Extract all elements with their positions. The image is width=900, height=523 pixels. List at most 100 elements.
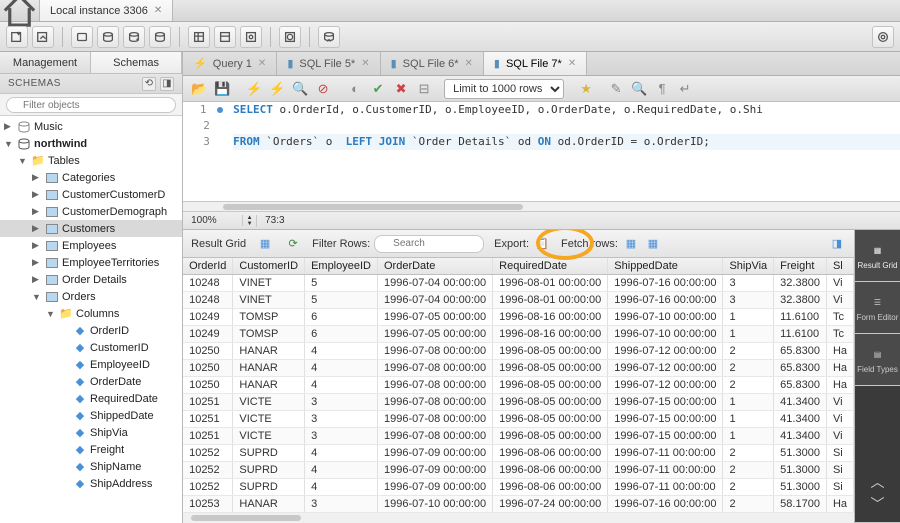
cell[interactable]: TOMSP (233, 309, 305, 326)
cell[interactable]: 1996-07-16 00:00:00 (608, 275, 723, 292)
cell[interactable]: Ha (826, 377, 853, 394)
cell[interactable]: 3 (305, 496, 378, 513)
cell[interactable]: 41.3400 (774, 411, 827, 428)
cell[interactable]: 2 (723, 377, 774, 394)
cell[interactable]: VICTE (233, 411, 305, 428)
schemas-tab[interactable]: Schemas (91, 52, 182, 73)
cell[interactable]: 1996-07-16 00:00:00 (608, 292, 723, 309)
table-row[interactable]: 10250HANAR41996-07-08 00:00:001996-08-05… (183, 343, 853, 360)
cell[interactable]: Vi (826, 428, 853, 445)
table-row[interactable]: 10250HANAR41996-07-08 00:00:001996-08-05… (183, 360, 853, 377)
cell[interactable]: HANAR (233, 343, 305, 360)
cell[interactable]: 2 (723, 462, 774, 479)
fetch-icon[interactable]: ▦ (622, 235, 640, 253)
column-item[interactable]: ◆ShipName (0, 458, 182, 475)
cell[interactable]: 6 (305, 309, 378, 326)
table-item[interactable]: ▶Customers (0, 220, 182, 237)
table-row[interactable]: 10253HANAR31996-07-10 00:00:001996-07-24… (183, 496, 853, 513)
cell[interactable]: 51.3000 (774, 445, 827, 462)
cell[interactable]: 1996-08-05 00:00:00 (493, 377, 608, 394)
execute-icon[interactable]: ⚡ (244, 79, 264, 99)
cell[interactable]: SUPRD (233, 462, 305, 479)
cell[interactable]: 1996-07-10 00:00:00 (377, 496, 492, 513)
cell[interactable]: 1996-08-05 00:00:00 (493, 360, 608, 377)
cell[interactable]: 10251 (183, 411, 233, 428)
cell[interactable]: 1996-07-15 00:00:00 (608, 411, 723, 428)
cell[interactable]: 2 (723, 360, 774, 377)
toolbar-btn-6[interactable] (214, 26, 236, 48)
table-row[interactable]: 10251VICTE31996-07-08 00:00:001996-08-05… (183, 394, 853, 411)
column-item[interactable]: ◆ShipVia (0, 424, 182, 441)
export-button[interactable]: 📋 (533, 235, 551, 253)
rollback-icon[interactable]: ✖ (391, 79, 411, 99)
schema-tree[interactable]: ▶Music ▼northwind ▼📁Tables ▶Categories▶C… (0, 116, 182, 523)
cell[interactable]: 51.3000 (774, 479, 827, 496)
cell[interactable]: Ha (826, 343, 853, 360)
cell[interactable]: 1 (723, 309, 774, 326)
table-row[interactable]: 10248VINET51996-07-04 00:00:001996-08-01… (183, 275, 853, 292)
columns-folder[interactable]: ▼📁Columns (0, 305, 182, 322)
cell[interactable]: Si (826, 445, 853, 462)
toolbar-btn-3[interactable] (123, 26, 145, 48)
cell[interactable]: 1996-08-05 00:00:00 (493, 428, 608, 445)
table-row[interactable]: 10249TOMSP61996-07-05 00:00:001996-08-16… (183, 326, 853, 343)
table-row[interactable]: 10252SUPRD41996-07-09 00:00:001996-08-06… (183, 445, 853, 462)
cell[interactable]: 65.8300 (774, 343, 827, 360)
cell[interactable]: 1996-07-08 00:00:00 (377, 343, 492, 360)
cell[interactable]: 1996-08-01 00:00:00 (493, 275, 608, 292)
cell[interactable]: 1996-07-08 00:00:00 (377, 394, 492, 411)
toolbar-btn-4[interactable] (149, 26, 171, 48)
table-row[interactable]: 10251VICTE31996-07-08 00:00:001996-08-05… (183, 428, 853, 445)
zoom-stepper[interactable]: ▲▼ (243, 215, 257, 227)
cell[interactable]: 32.3800 (774, 275, 827, 292)
column-header[interactable]: ShipVia (723, 258, 774, 275)
cell[interactable]: 1 (723, 326, 774, 343)
cell[interactable]: 65.8300 (774, 377, 827, 394)
cell[interactable]: 5 (305, 292, 378, 309)
cell[interactable]: 3 (723, 275, 774, 292)
cell[interactable]: 1996-07-12 00:00:00 (608, 343, 723, 360)
cell[interactable]: 1996-08-05 00:00:00 (493, 411, 608, 428)
cell[interactable]: 1996-07-08 00:00:00 (377, 411, 492, 428)
table-row[interactable]: 10252SUPRD41996-07-09 00:00:001996-08-06… (183, 462, 853, 479)
close-icon[interactable]: ✕ (568, 58, 576, 69)
column-item[interactable]: ◆OrderID (0, 322, 182, 339)
cell[interactable]: 1996-07-15 00:00:00 (608, 394, 723, 411)
cell[interactable]: Tc (826, 309, 853, 326)
cell[interactable]: 1996-07-05 00:00:00 (377, 309, 492, 326)
column-header[interactable]: Sl (826, 258, 853, 275)
cell[interactable]: 3 (305, 411, 378, 428)
limit-select[interactable]: Limit to 1000 rows (444, 79, 564, 99)
cell[interactable]: 65.8300 (774, 360, 827, 377)
cell[interactable]: 1996-07-08 00:00:00 (377, 428, 492, 445)
result-grid-tool[interactable]: ▦ Result Grid (855, 230, 900, 282)
cell[interactable]: 1996-07-05 00:00:00 (377, 326, 492, 343)
cell[interactable]: 10248 (183, 292, 233, 309)
column-item[interactable]: ◆EmployeeID (0, 356, 182, 373)
cell[interactable]: 1996-07-09 00:00:00 (377, 445, 492, 462)
panel-toggle-icon[interactable]: ◨ (828, 235, 846, 253)
schema-refresh-icon[interactable]: ⟲ (142, 77, 156, 91)
cell[interactable]: 1996-08-06 00:00:00 (493, 445, 608, 462)
cell[interactable]: 1 (723, 411, 774, 428)
star-icon[interactable]: ★ (576, 79, 596, 99)
settings-icon[interactable] (872, 26, 894, 48)
cell[interactable]: 4 (305, 343, 378, 360)
cell[interactable]: Ha (826, 360, 853, 377)
close-icon[interactable]: ✕ (465, 58, 473, 69)
cell[interactable]: 10250 (183, 343, 233, 360)
cell[interactable]: 1 (723, 394, 774, 411)
cell[interactable]: VINET (233, 292, 305, 309)
table-row[interactable]: 10251VICTE31996-07-08 00:00:001996-08-05… (183, 411, 853, 428)
autocommit-icon[interactable]: ⊟ (414, 79, 434, 99)
invisible-icon[interactable]: ¶ (652, 79, 672, 99)
toolbar-btn-9[interactable] (318, 26, 340, 48)
table-item[interactable]: ▶Order Details (0, 271, 182, 288)
close-icon[interactable]: ✕ (154, 5, 162, 16)
cell[interactable]: 2 (723, 479, 774, 496)
table-item[interactable]: ▶Employees (0, 237, 182, 254)
cell[interactable]: 1996-08-16 00:00:00 (493, 309, 608, 326)
explain-icon[interactable]: 🔍 (290, 79, 310, 99)
column-item[interactable]: ◆CustomerID (0, 339, 182, 356)
cell[interactable]: 58.1700 (774, 496, 827, 513)
